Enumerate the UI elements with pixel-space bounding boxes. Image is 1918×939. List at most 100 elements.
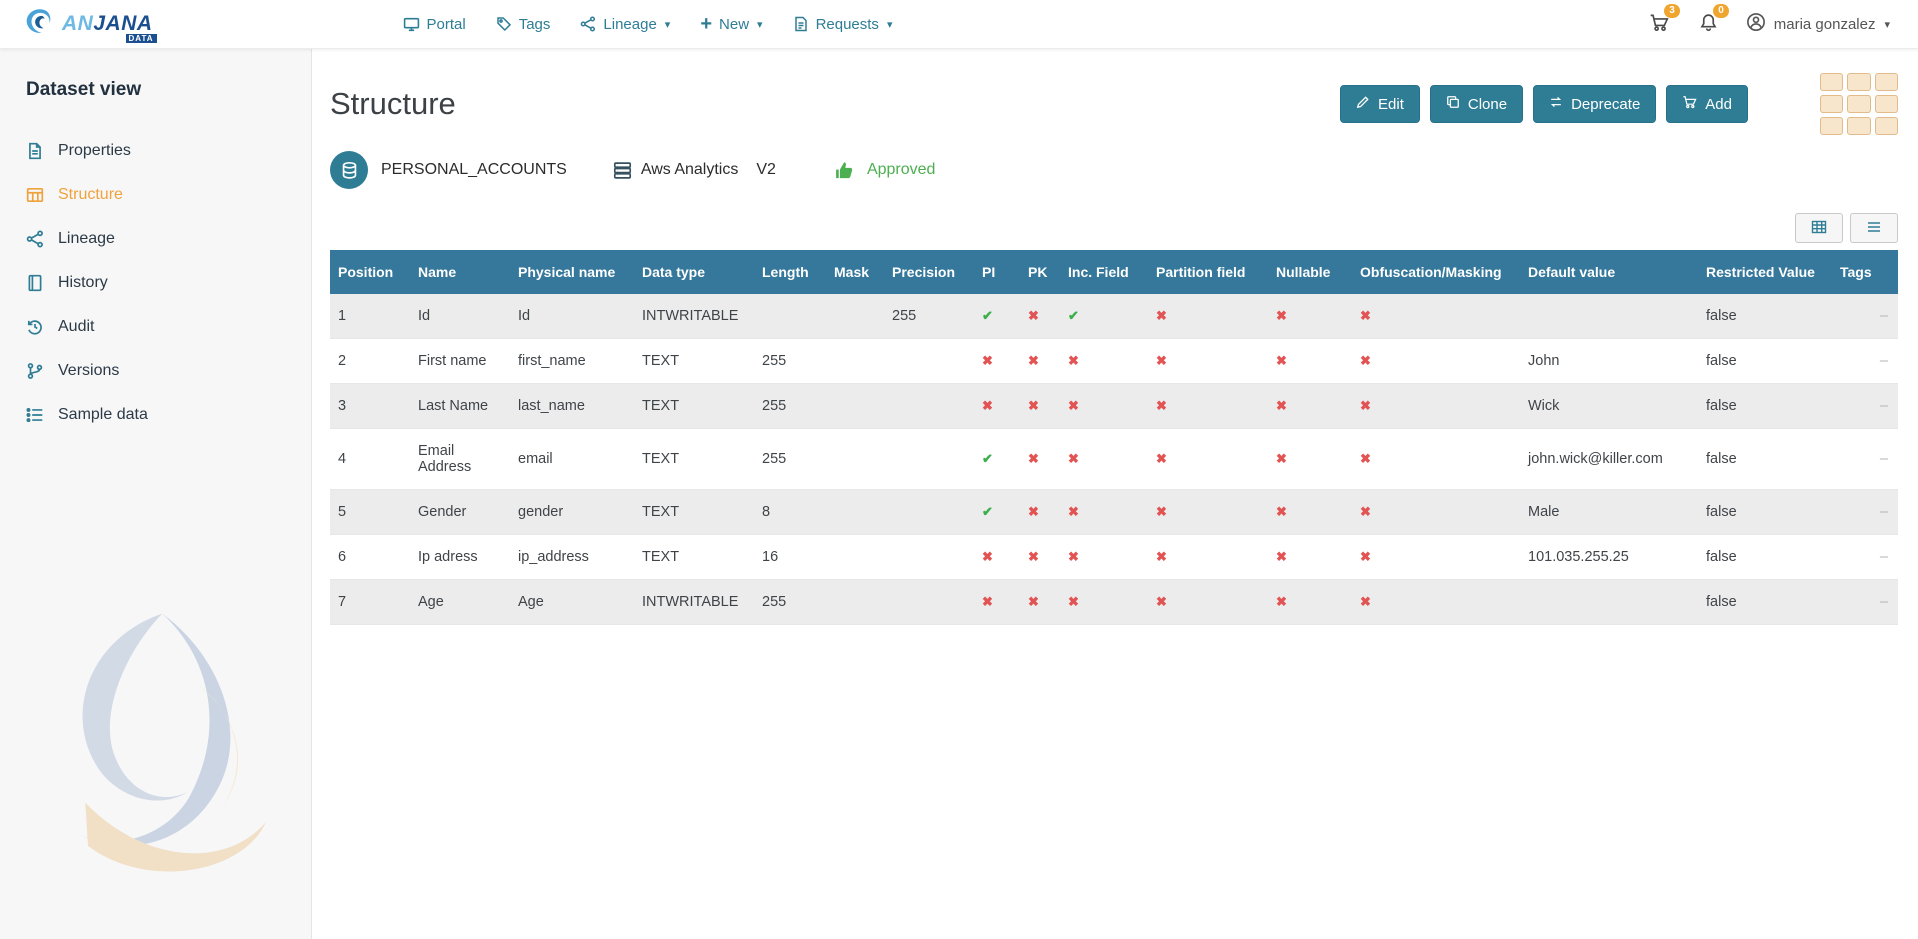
table-view-button[interactable] [1795,213,1843,243]
sidebar-item-audit[interactable]: Audit [26,305,311,349]
cell-mask [826,535,884,580]
cart-badge: 3 [1664,4,1680,18]
clone-button[interactable]: Clone [1430,85,1523,123]
button-label: Clone [1468,96,1507,113]
x-icon: ✖ [982,353,993,368]
cell-mask [826,384,884,429]
cell-flag-pk: ✖ [1020,580,1060,625]
cell-flag-pk: ✖ [1020,384,1060,429]
cell-default-value [1520,294,1698,339]
main-header: Structure Edit Clone [330,73,1898,135]
cell-physical-name: Age [510,580,634,625]
cell-data-type: TEXT [634,339,754,384]
notifications-badge: 0 [1713,4,1729,18]
menu-item-new[interactable]: + New ▾ [700,16,762,33]
cell-flag-pi: ✖ [974,535,1020,580]
x-icon: ✖ [1360,504,1371,519]
apps-grid-icon[interactable] [1820,73,1898,135]
dataset-name: PERSONAL_ACCOUNTS [381,161,567,179]
x-icon: ✖ [1156,594,1167,609]
x-icon: ✖ [982,594,993,609]
cell-position: 6 [330,535,410,580]
cart-button[interactable]: 3 [1647,11,1671,37]
cell-data-type: TEXT [634,429,754,490]
lineage-icon [26,230,44,248]
column-header-position: Position [330,250,410,294]
cell-flag-partition-field: ✖ [1148,294,1268,339]
sidebar-item-properties[interactable]: Properties [26,129,311,173]
sidebar-item-label: History [58,274,108,292]
portal-icon [403,16,420,33]
x-icon: ✖ [1156,549,1167,564]
deprecate-button[interactable]: Deprecate [1533,85,1656,123]
x-icon: ✖ [1068,353,1079,368]
add-button[interactable]: Add [1666,85,1748,123]
plus-icon: + [700,17,712,31]
x-icon: ✖ [1360,308,1371,323]
column-header-restricted-value: Restricted Value [1698,250,1832,294]
user-name: maria gonzalez [1774,16,1876,33]
cell-flag-inc-field: ✖ [1060,339,1148,384]
sidebar: Dataset view Properties Structure Lineag… [0,49,312,939]
dataset-version: V2 [756,161,776,179]
table-row: 4Email AddressemailTEXT255✔✖✖✖✖✖john.wic… [330,429,1898,490]
x-icon: ✖ [1068,398,1079,413]
brand-logo[interactable]: ANJANADATA [24,7,153,41]
chevron-down-icon: ▾ [1884,18,1890,31]
cell-flag-inc-field: ✖ [1060,580,1148,625]
cell-flag-inc-field: ✖ [1060,384,1148,429]
edit-button[interactable]: Edit [1340,85,1420,123]
cell-position: 7 [330,580,410,625]
cell-physical-name: Id [510,294,634,339]
menu-item-requests[interactable]: Requests ▾ [793,16,893,33]
brand-data: DATA [126,34,157,43]
x-icon: ✖ [1028,353,1039,368]
notifications-button[interactable]: 0 [1697,11,1720,37]
table-row: 1IdIdINTWRITABLE255✔✖✔✖✖✖false– [330,294,1898,339]
cell-restricted-value: false [1698,580,1832,625]
cart-icon [1649,20,1669,35]
menu-item-tags[interactable]: Tags [496,16,551,33]
logo-swirl-icon [24,7,56,41]
cell-precision [884,535,974,580]
cell-tags: – [1832,490,1898,535]
menu-item-label: Lineage [603,16,656,33]
x-icon: ✖ [1360,398,1371,413]
cell-data-type: TEXT [634,490,754,535]
cell-precision: 255 [884,294,974,339]
sidebar-item-sample-data[interactable]: Sample data [26,393,311,437]
lineage-icon [580,16,596,32]
menu-item-lineage[interactable]: Lineage ▾ [580,16,670,33]
aws-analytics-icon [613,161,632,180]
sidebar-item-versions[interactable]: Versions [26,349,311,393]
list-view-button[interactable] [1850,213,1898,243]
cell-position: 1 [330,294,410,339]
menu-item-portal[interactable]: Portal [403,16,466,33]
user-avatar-icon [1746,12,1766,36]
column-header-physical-name: Physical name [510,250,634,294]
user-menu[interactable]: maria gonzalez ▾ [1746,12,1890,36]
cell-default-value: Wick [1520,384,1698,429]
column-header-obfuscation-masking: Obfuscation/Masking [1352,250,1520,294]
sidebar-item-lineage[interactable]: Lineage [26,217,311,261]
thumbs-up-icon [834,160,855,181]
requests-icon [793,16,809,32]
sidebar-item-label: Versions [58,362,119,380]
x-icon: ✖ [1156,398,1167,413]
x-icon: ✖ [1276,549,1287,564]
cell-name: Email Address [410,429,510,490]
action-buttons: Edit Clone Deprecate [1340,85,1748,123]
sidebar-item-history[interactable]: History [26,261,311,305]
cell-restricted-value: false [1698,294,1832,339]
check-icon: ✔ [982,504,993,519]
check-icon: ✔ [982,451,993,466]
table-row: 3Last Namelast_nameTEXT255✖✖✖✖✖✖Wickfals… [330,384,1898,429]
cell-length: 16 [754,535,826,580]
cell-physical-name: gender [510,490,634,535]
sidebar-item-structure[interactable]: Structure [26,173,311,217]
chevron-down-icon: ▾ [665,18,671,31]
navbar-right: 3 0 maria gonzalez ▾ [1647,11,1890,37]
cell-flag-obfuscation-masking: ✖ [1352,339,1520,384]
table-row: 6Ip adressip_addressTEXT16✖✖✖✖✖✖101.035.… [330,535,1898,580]
x-icon: ✖ [1068,594,1079,609]
